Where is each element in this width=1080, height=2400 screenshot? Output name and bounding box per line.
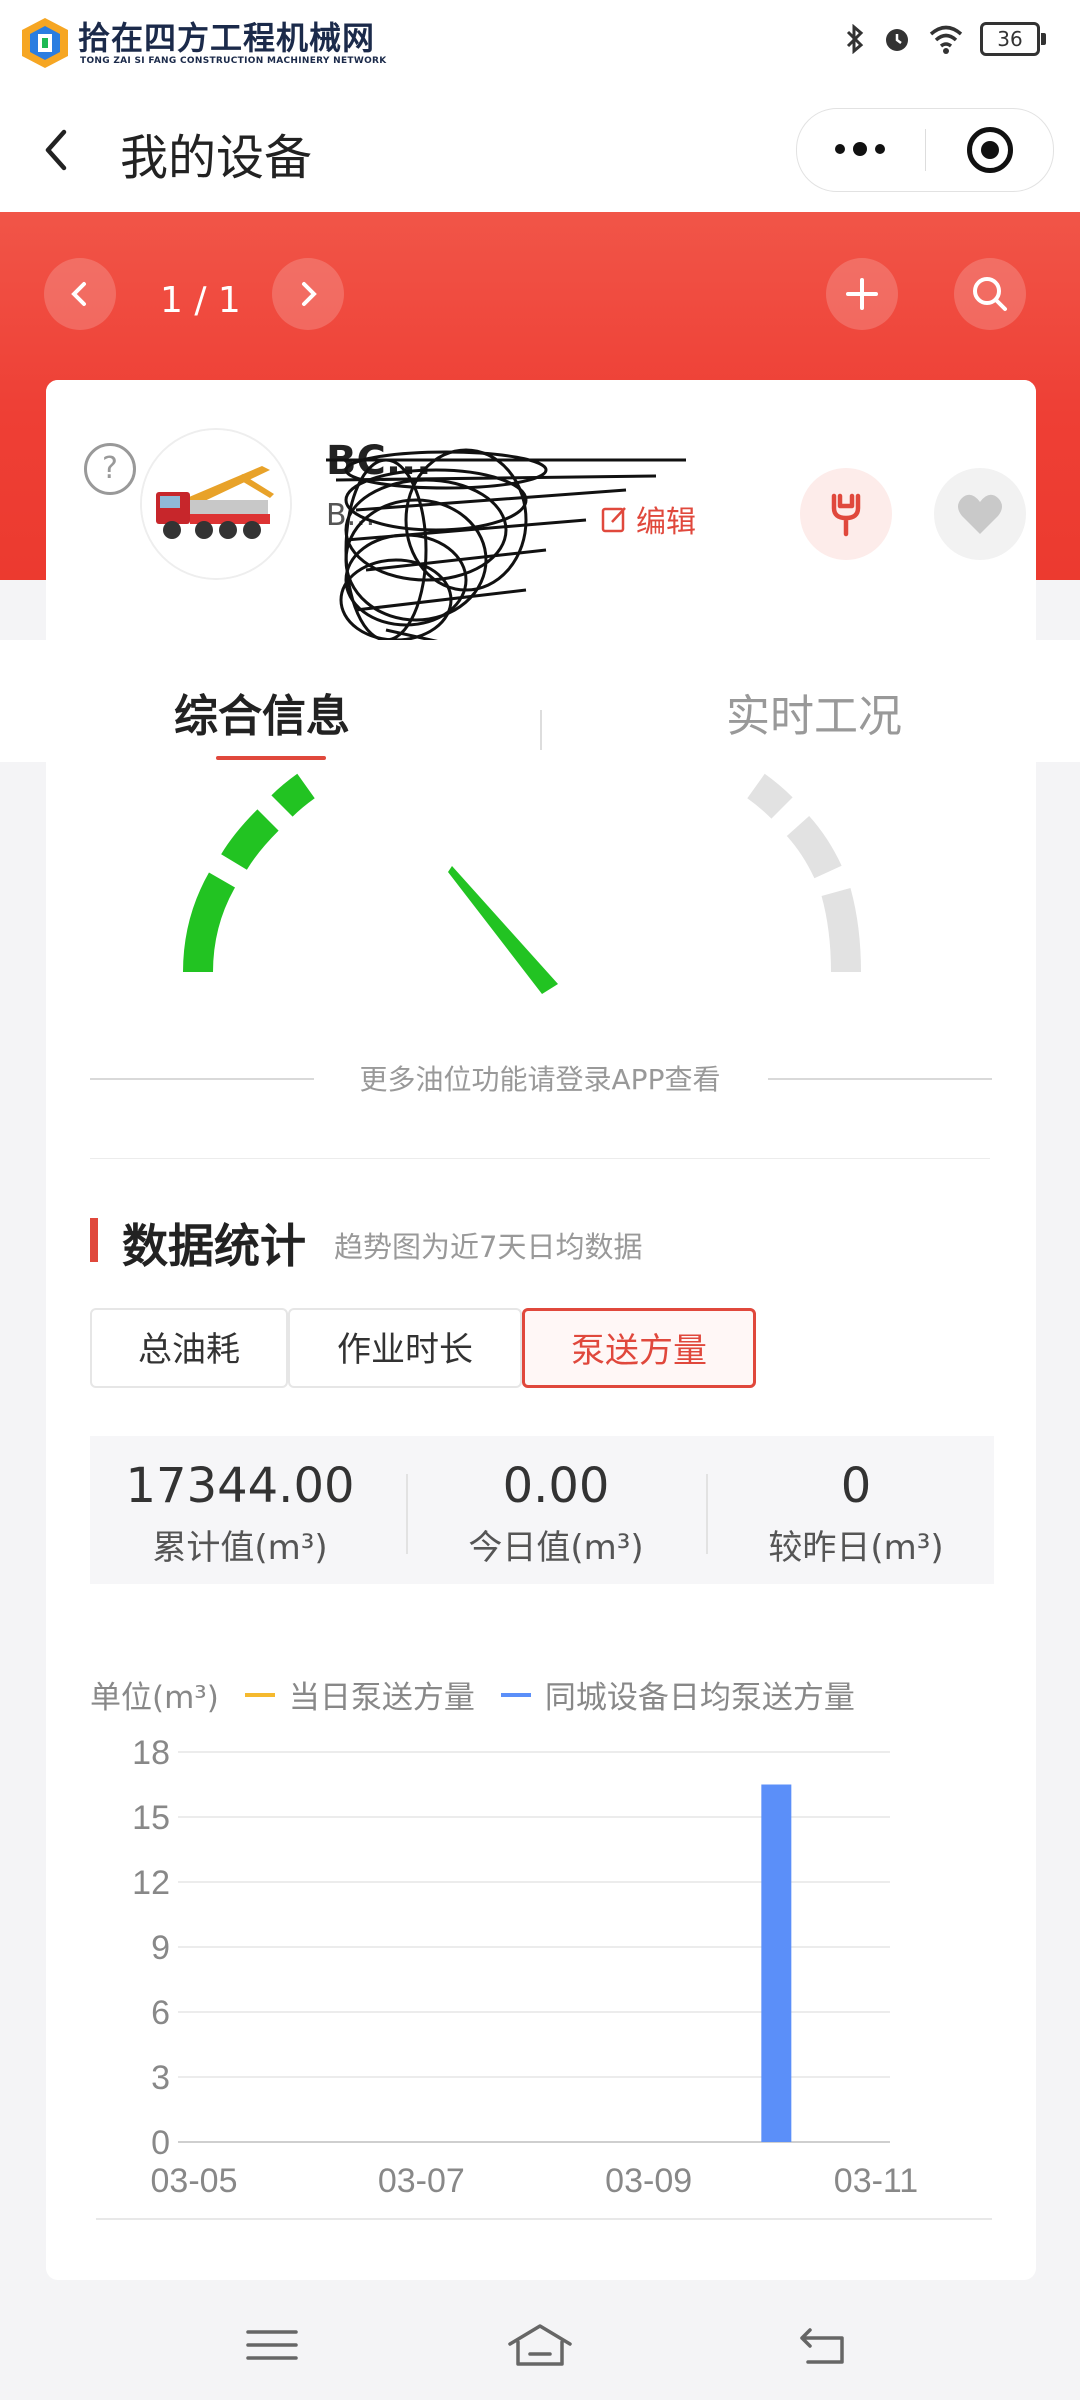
help-icon[interactable]: ? xyxy=(84,443,136,495)
summary-total-label: 累计值(m³) xyxy=(152,1528,328,1568)
segment-pumping-volume[interactable]: 泵送方量 xyxy=(522,1308,756,1388)
segment-fuel-consumption[interactable]: 总油耗 xyxy=(90,1308,288,1388)
tab-realtime[interactable]: 实时工况 xyxy=(726,680,902,744)
wrench-icon xyxy=(831,493,861,537)
pump-truck-image xyxy=(142,430,290,578)
stats-subtitle: 趋势图为近7天日均数据 xyxy=(334,1230,643,1264)
close-miniprogram-icon[interactable] xyxy=(967,127,1013,173)
device-pager: 1 / 1 xyxy=(160,280,241,321)
summary-total: 17344.00 累计值(m³) xyxy=(90,1436,390,1569)
alarm-icon xyxy=(886,29,908,51)
gauge-segment xyxy=(821,887,861,973)
x-tick-label: 03-09 xyxy=(605,2162,692,2200)
y-tick-label: 15 xyxy=(132,1799,170,1837)
card-bottom-divider xyxy=(96,2218,992,2220)
tab-overview[interactable]: 综合信息 xyxy=(174,680,350,744)
gauge-segment xyxy=(747,773,793,819)
section-divider xyxy=(90,1158,990,1159)
stats-summary: 17344.00 累计值(m³) 0.00 今日值(m³) 0 较昨日(m³) xyxy=(90,1436,994,1584)
capsule-divider xyxy=(925,129,926,171)
summary-today-value: 0.00 xyxy=(502,1458,610,1514)
search-button[interactable] xyxy=(954,258,1026,330)
y-tick-label: 18 xyxy=(132,1734,170,1772)
status-bar: 拾在四方工程机械网 TONG ZAI SI FANG CONSTRUCTION … xyxy=(0,0,1080,90)
legend-label-daily[interactable]: 当日泵送方量 xyxy=(289,1672,475,1717)
device-avatar xyxy=(140,428,292,580)
redaction-scribble xyxy=(326,448,686,652)
gauge-segment xyxy=(221,809,279,870)
chevron-left-icon xyxy=(71,282,86,306)
wifi-icon xyxy=(929,25,963,54)
y-tick-label: 12 xyxy=(132,1864,170,1902)
pumping-volume-chart: 0 3 6 9 12 15 18 03-05 03-07 03-09 03-11 xyxy=(132,1734,918,2200)
x-tick-label: 03-07 xyxy=(378,2162,465,2200)
x-tick-label: 03-05 xyxy=(151,2162,238,2200)
maintenance-button[interactable] xyxy=(800,468,892,560)
section-accent xyxy=(90,1218,98,1262)
prev-device-button[interactable] xyxy=(44,258,116,330)
navigation-bar: 我的设备 xyxy=(0,90,1080,212)
summary-today: 0.00 今日值(m³) xyxy=(406,1436,706,1569)
status-icons: 36 xyxy=(844,22,1046,56)
legend-swatch-city-average xyxy=(500,1692,531,1697)
logo-icon xyxy=(18,16,72,70)
page-title: 我的设备 xyxy=(120,130,313,186)
chart-unit-label: 单位(m³) xyxy=(90,1680,219,1716)
gauge-segment xyxy=(271,773,315,817)
x-tick-label: 03-11 xyxy=(834,2162,918,2200)
tab-active-indicator xyxy=(216,756,326,760)
y-tick-label: 9 xyxy=(151,1929,170,1967)
summary-vs-yesterday: 0 较昨日(m³) xyxy=(706,1436,1006,1569)
heart-icon xyxy=(958,494,1002,534)
back-nav-icon[interactable] xyxy=(794,2320,854,2370)
home-icon[interactable] xyxy=(504,2320,576,2370)
plus-icon xyxy=(846,278,878,310)
menu-icon[interactable] xyxy=(242,2320,302,2370)
gauge-segment xyxy=(786,815,842,879)
y-tick-label: 0 xyxy=(151,2124,170,2162)
back-icon[interactable] xyxy=(36,120,76,180)
tab-separator xyxy=(540,710,542,750)
legend-label-city-average[interactable]: 同城设备日均泵送方量 xyxy=(545,1672,855,1717)
favorite-button[interactable] xyxy=(934,468,1026,560)
summary-today-label: 今日值(m³) xyxy=(468,1528,644,1568)
chart-legend: 单位(m³) 当日泵送方量 同城设备日均泵送方量 xyxy=(90,1672,855,1717)
search-icon xyxy=(973,277,1007,311)
stats-title: 数据统计 xyxy=(122,1219,306,1273)
y-tick-label: 6 xyxy=(151,1994,170,2032)
watermark-title: 拾在四方工程机械网 xyxy=(78,19,376,57)
y-tick-label: 3 xyxy=(151,2059,170,2097)
add-device-button[interactable] xyxy=(826,258,898,330)
more-icon[interactable] xyxy=(835,139,893,158)
fuel-gauge xyxy=(183,773,861,994)
gauge-needle xyxy=(448,866,558,994)
watermark-logo: 拾在四方工程机械网 TONG ZAI SI FANG CONSTRUCTION … xyxy=(18,16,387,70)
miniprogram-capsule xyxy=(796,108,1054,192)
legend-swatch-daily xyxy=(244,1692,275,1697)
summary-vs-yesterday-value: 0 xyxy=(840,1458,872,1514)
summary-vs-yesterday-label: 较昨日(m³) xyxy=(768,1528,944,1568)
chevron-right-icon xyxy=(302,282,317,306)
battery-icon: 36 xyxy=(980,22,1046,56)
info-tabs: 综合信息 实时工况 xyxy=(0,640,1080,762)
bluetooth-icon xyxy=(846,24,864,54)
summary-total-value: 17344.00 xyxy=(125,1458,355,1514)
next-device-button[interactable] xyxy=(272,258,344,330)
segment-work-hours[interactable]: 作业时长 xyxy=(288,1308,522,1388)
fuel-note-divider-right xyxy=(768,1078,992,1080)
gauge-segment xyxy=(183,872,236,973)
chart-bar xyxy=(761,1784,792,2142)
watermark-subtitle: TONG ZAI SI FANG CONSTRUCTION MACHINERY … xyxy=(80,56,387,66)
system-navigation-bar xyxy=(0,2280,1080,2400)
